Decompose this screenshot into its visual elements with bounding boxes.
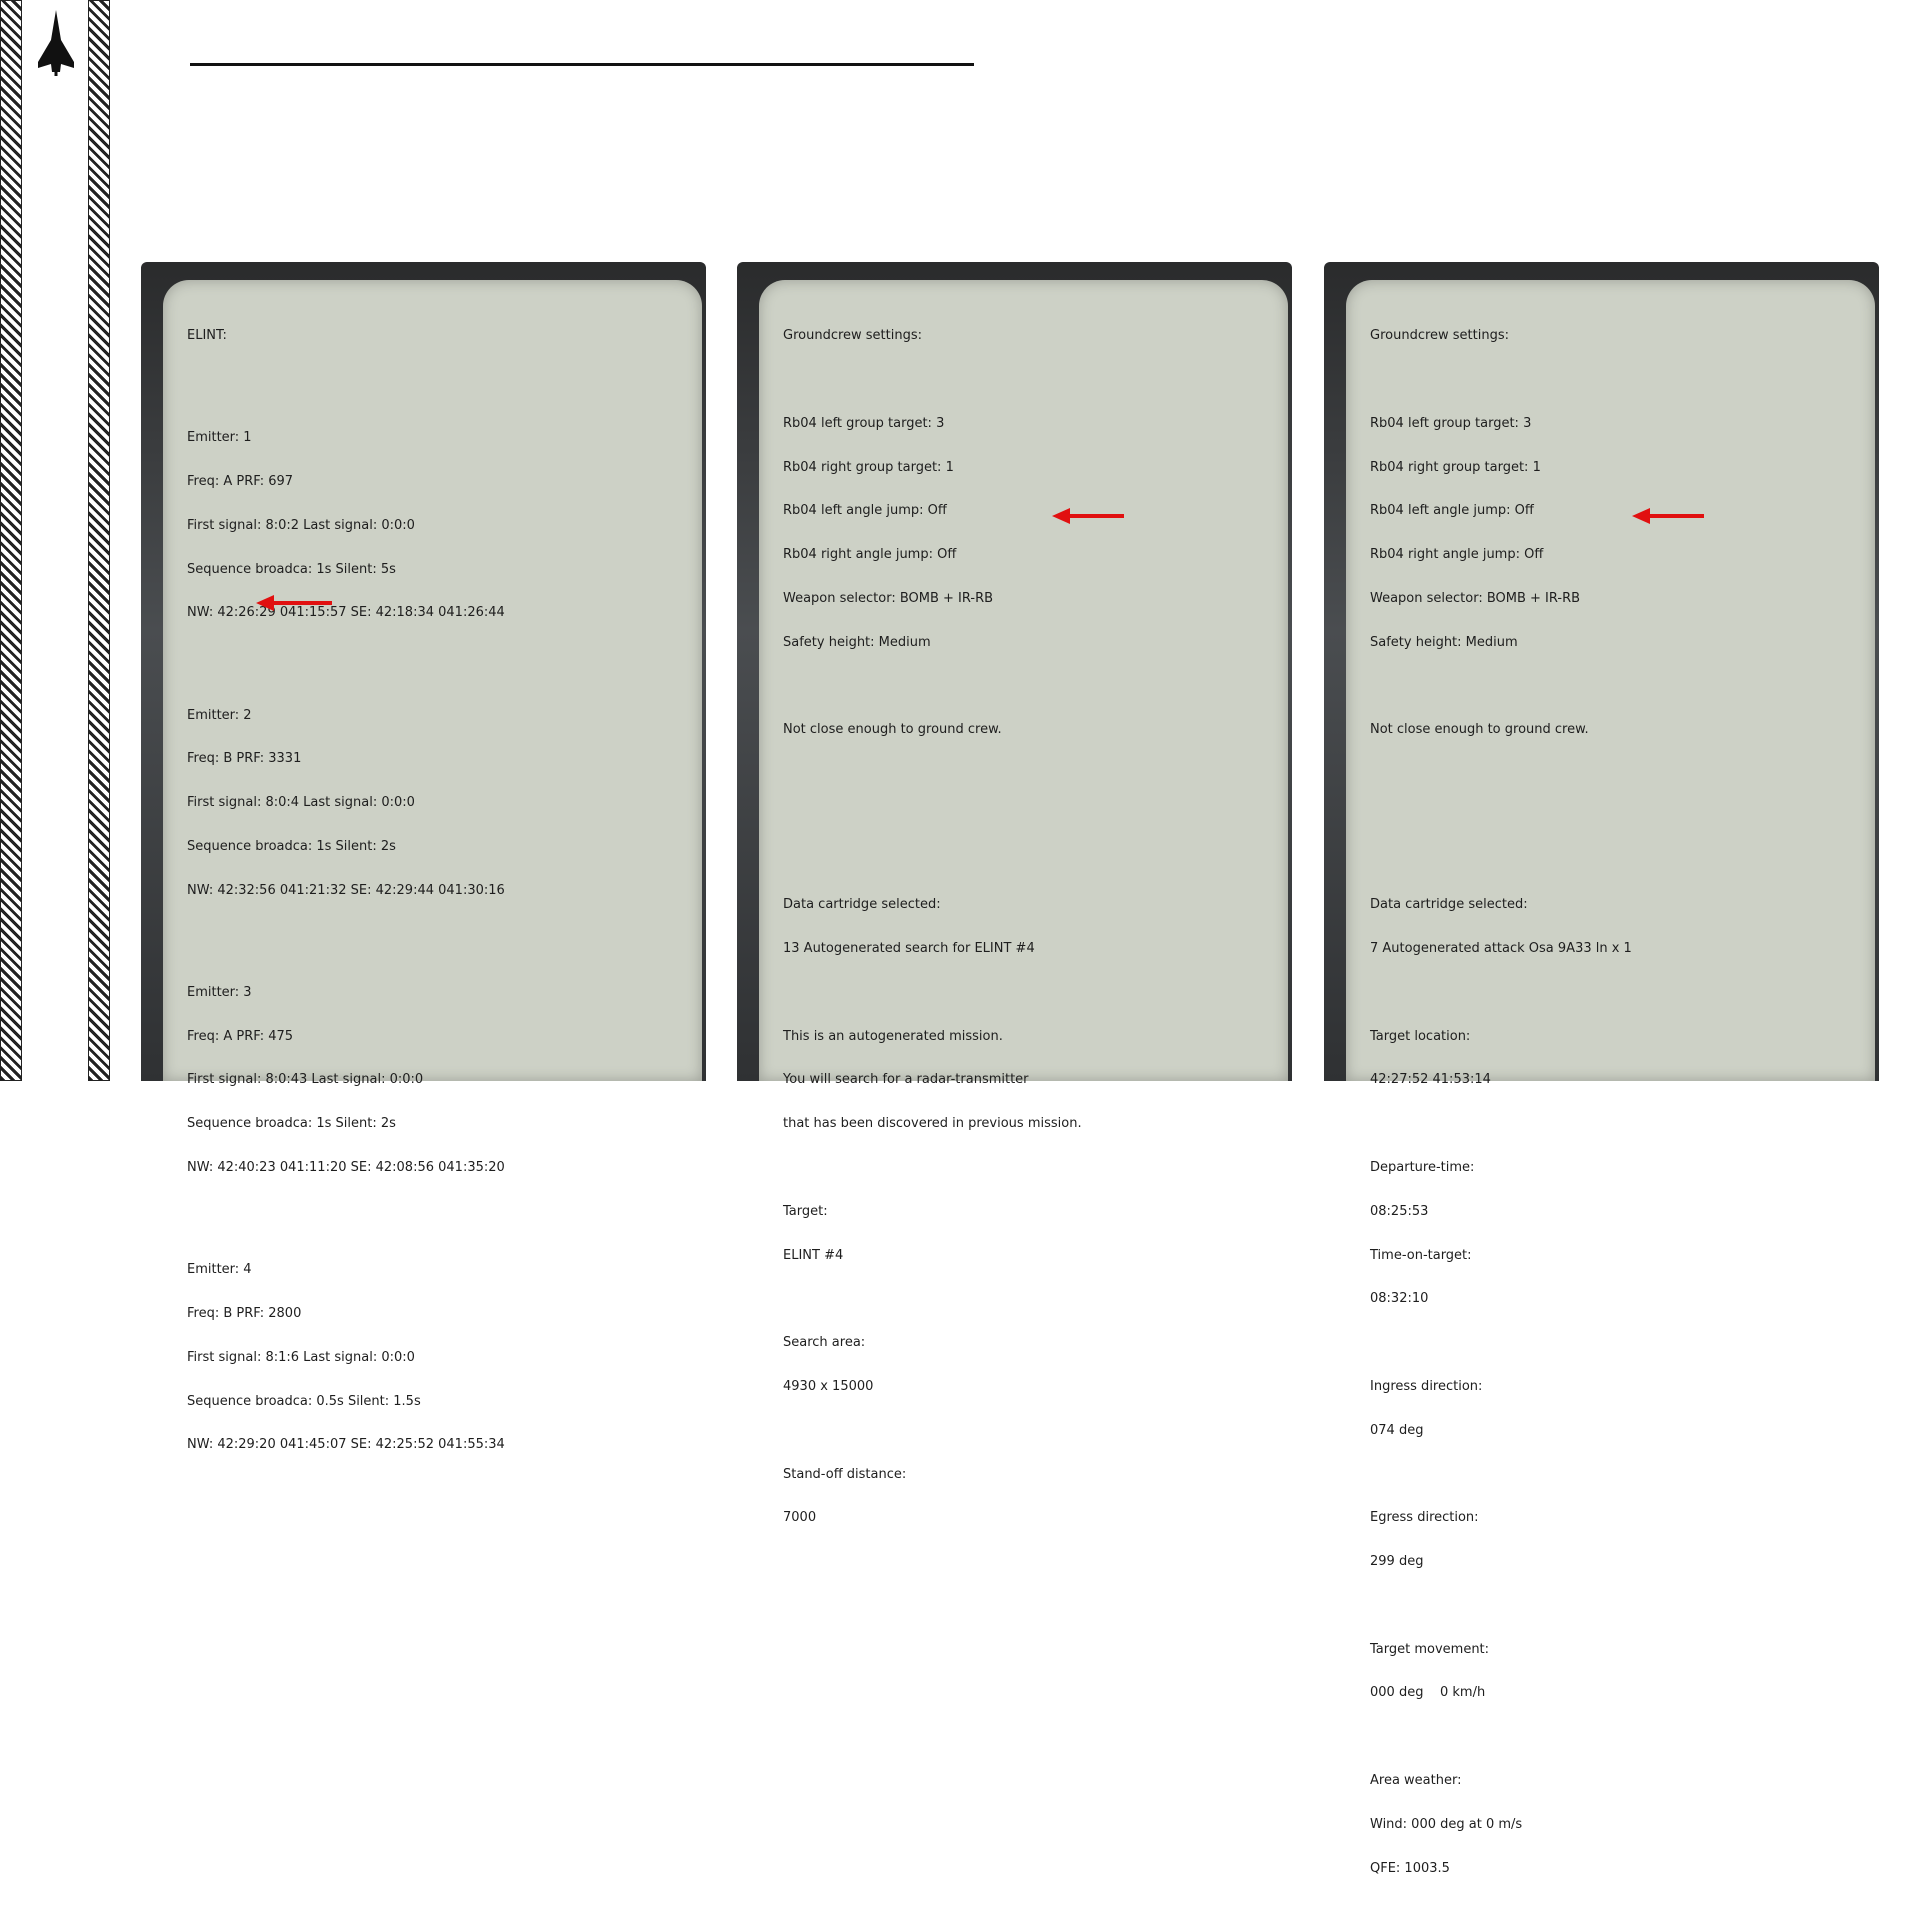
cartridge-value: 13 Autogenerated search for ELINT #4 bbox=[783, 941, 1035, 957]
groundcrew-setting: Weapon selector: BOMB + IR-RB bbox=[783, 590, 994, 606]
emitter-sequence: Sequence broadca: 1s Silent: 2s bbox=[187, 1116, 396, 1132]
emitter-freq: Freq: A PRF: 475 bbox=[187, 1028, 294, 1044]
emitter-sequence: Sequence broadca: 1s Silent: 2s bbox=[187, 838, 396, 854]
elint-screenshot: ELINT: Emitter: 1 Freq: A PRF: 697 First… bbox=[141, 262, 706, 1452]
emitter-label: Emitter: 1 bbox=[187, 430, 252, 446]
target-movement-label: Target movement: bbox=[1370, 1641, 1490, 1657]
mission-description: that has been discovered in previous mis… bbox=[783, 1116, 1082, 1132]
elint-kneeboard-page: ELINT: Emitter: 1 Freq: A PRF: 697 First… bbox=[163, 280, 702, 1452]
emitter-coords: NW: 42:32:56 041:21:32 SE: 42:29:44 041:… bbox=[187, 882, 505, 898]
groundcrew-setting: Rb04 left group target: 3 bbox=[783, 415, 945, 431]
emitter-coords: NW: 42:40:23 041:11:20 SE: 42:08:56 041:… bbox=[187, 1160, 505, 1176]
mission-description: This is an autogenerated mission. bbox=[783, 1028, 1003, 1044]
search-kneeboard-page: Groundcrew settings: Rb04 left group tar… bbox=[759, 280, 1288, 1525]
elint-text-block: ELINT: Emitter: 1 Freq: A PRF: 697 First… bbox=[187, 300, 682, 1482]
red-arrow-icon bbox=[1052, 508, 1124, 524]
red-arrow-icon bbox=[1632, 508, 1704, 524]
wind-value: Wind: 000 deg at 0 m/s bbox=[1370, 1816, 1523, 1832]
attack-text-block: Groundcrew settings: Rb04 left group tar… bbox=[1370, 300, 1855, 1905]
search-area-label: Search area: bbox=[783, 1335, 866, 1351]
egress-value: 299 deg bbox=[1370, 1554, 1424, 1570]
search-text-block: Groundcrew settings: Rb04 left group tar… bbox=[783, 300, 1268, 1555]
jet-silhouette-icon bbox=[38, 10, 74, 76]
emitter-freq: Freq: B PRF: 3331 bbox=[187, 751, 302, 767]
emitter-signal: First signal: 8:1:6 Last signal: 0:0:0 bbox=[187, 1349, 415, 1365]
target-movement-value: 000 deg 0 km/h bbox=[1370, 1685, 1486, 1701]
search-area-value: 4930 x 15000 bbox=[783, 1378, 874, 1394]
target-location-label: Target location: bbox=[1370, 1028, 1471, 1044]
emitter-sequence: Sequence broadca: 1s Silent: 5s bbox=[187, 561, 396, 577]
groundcrew-status: Not close enough to ground crew. bbox=[783, 722, 1002, 738]
egress-label: Egress direction: bbox=[1370, 1510, 1479, 1526]
groundcrew-setting: Rb04 right group target: 1 bbox=[783, 459, 954, 475]
target-value: ELINT #4 bbox=[783, 1247, 844, 1263]
time-on-target-value: 08:32:10 bbox=[1370, 1291, 1429, 1307]
groundcrew-setting: Weapon selector: BOMB + IR-RB bbox=[1370, 590, 1581, 606]
standoff-value: 7000 bbox=[783, 1510, 817, 1526]
emitter-coords: NW: 42:29:20 041:45:07 SE: 42:25:52 041:… bbox=[187, 1437, 505, 1453]
groundcrew-setting: Rb04 right group target: 1 bbox=[1370, 459, 1541, 475]
attack-kneeboard-page: Groundcrew settings: Rb04 left group tar… bbox=[1346, 280, 1875, 1875]
emitter-sequence: Sequence broadca: 0.5s Silent: 1.5s bbox=[187, 1393, 421, 1409]
emitter-freq: Freq: B PRF: 2800 bbox=[187, 1305, 302, 1321]
groundcrew-setting: Rb04 left angle jump: Off bbox=[1370, 503, 1534, 519]
groundcrew-setting: Rb04 left group target: 3 bbox=[1370, 415, 1532, 431]
groundcrew-setting: Safety height: Medium bbox=[783, 634, 931, 650]
groundcrew-setting: Rb04 right angle jump: Off bbox=[783, 547, 957, 563]
area-weather-label: Area weather: bbox=[1370, 1772, 1462, 1788]
standoff-label: Stand-off distance: bbox=[783, 1466, 907, 1482]
attack-mission-screenshot: Groundcrew settings: Rb04 left group tar… bbox=[1324, 262, 1879, 1875]
qfe-value: QFE: 1003.5 bbox=[1370, 1860, 1450, 1876]
departure-time-label: Departure-time: bbox=[1370, 1160, 1475, 1176]
left-hatched-border bbox=[0, 0, 22, 1081]
target-label: Target: bbox=[783, 1203, 828, 1219]
emitter-label: Emitter: 3 bbox=[187, 984, 252, 1000]
cartridge-label: Data cartridge selected: bbox=[1370, 897, 1528, 913]
groundcrew-heading: Groundcrew settings: bbox=[783, 328, 923, 344]
ingress-value: 074 deg bbox=[1370, 1422, 1424, 1438]
groundcrew-setting: Safety height: Medium bbox=[1370, 634, 1518, 650]
cartridge-label: Data cartridge selected: bbox=[783, 897, 941, 913]
ingress-label: Ingress direction: bbox=[1370, 1378, 1483, 1394]
groundcrew-heading: Groundcrew settings: bbox=[1370, 328, 1510, 344]
emitter-label: Emitter: 2 bbox=[187, 707, 252, 723]
emitter-freq: Freq: A PRF: 697 bbox=[187, 474, 294, 490]
cartridge-value: 7 Autogenerated attack Osa 9A33 ln x 1 bbox=[1370, 941, 1632, 957]
emitter-label-highlighted: Emitter: 4 bbox=[187, 1262, 252, 1278]
groundcrew-setting: Rb04 right angle jump: Off bbox=[1370, 547, 1544, 563]
departure-time-value: 08:25:53 bbox=[1370, 1203, 1429, 1219]
groundcrew-setting: Rb04 left angle jump: Off bbox=[783, 503, 947, 519]
red-arrow-icon bbox=[256, 595, 332, 611]
title-underline bbox=[190, 63, 974, 66]
elint-heading: ELINT: bbox=[187, 328, 227, 344]
search-mission-screenshot: Groundcrew settings: Rb04 left group tar… bbox=[737, 262, 1292, 1525]
time-on-target-label: Time-on-target: bbox=[1370, 1247, 1472, 1263]
right-hatched-border bbox=[88, 0, 110, 1081]
emitter-signal: First signal: 8:0:2 Last signal: 0:0:0 bbox=[187, 517, 415, 533]
groundcrew-status: Not close enough to ground crew. bbox=[1370, 722, 1589, 738]
emitter-signal: First signal: 8:0:4 Last signal: 0:0:0 bbox=[187, 795, 415, 811]
